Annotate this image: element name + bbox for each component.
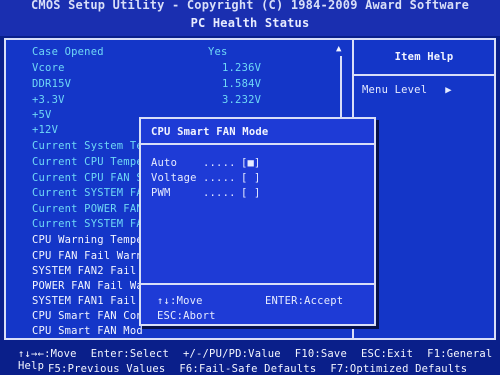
bios-title: CMOS Setup Utility - Copyright (C) 1984-… <box>30 0 470 12</box>
option-auto[interactable]: Auto ..... [■] <box>151 157 260 169</box>
menu-level: Menu Level ▶ <box>362 84 452 96</box>
option-label: PWM <box>151 187 171 199</box>
option-pwm[interactable]: PWM ..... [ ] <box>151 187 260 199</box>
option-dots: ..... <box>203 187 236 199</box>
option-dots: ..... <box>203 172 236 184</box>
hint-move: ↑↓:Move <box>157 295 203 307</box>
menu-level-arrow-icon: ▶ <box>445 84 452 96</box>
setting-label: Current SYSTEM FA <box>32 218 143 230</box>
option-voltage[interactable]: Voltage ..... [ ] <box>151 172 260 184</box>
option-radio-selected[interactable]: [■] <box>241 157 261 169</box>
setting-label: +3.3V <box>32 94 65 106</box>
setting-label: Current SYSTEM FA <box>32 187 143 199</box>
setting-label: Vcore <box>32 62 65 74</box>
key-hint: +/-/PU/PD:Value <box>182 348 281 360</box>
cpu-smart-fan-mode-dialog: CPU Smart FAN Mode Auto ..... [■] Voltag… <box>139 117 376 326</box>
key-hint: F7:Optimized Defaults <box>330 363 468 375</box>
setting-value: 1.236V <box>222 62 262 74</box>
menu-level-label: Menu Level <box>362 84 428 96</box>
option-label: Voltage <box>151 172 197 184</box>
setting-label: POWER FAN Fail Wa <box>32 280 143 292</box>
setting-label: SYSTEM FAN1 Fail <box>32 295 137 307</box>
dialog-title: CPU Smart FAN Mode <box>151 126 269 138</box>
setting-label: CPU Warning Tempe <box>32 234 143 246</box>
key-hint: F5:Previous Values <box>48 363 166 375</box>
key-legend-bar: ↑↓→←:Move Enter:Select +/-/PU/PD:Value F10:… <box>0 345 500 375</box>
option-label: Auto <box>151 157 178 169</box>
setting-label: CPU Smart FAN Mod <box>32 325 143 337</box>
key-hint: F6:Fail-Safe Defaults <box>179 363 317 375</box>
setting-label: +12V <box>32 124 59 136</box>
key-hint: ESC:Exit <box>360 348 414 360</box>
setting-label: +5V <box>32 109 52 121</box>
setting-label: DDR15V <box>32 78 72 90</box>
setting-label: Current CPU Tempe <box>32 156 143 168</box>
setting-label: SYSTEM FAN2 Fail <box>32 265 137 277</box>
page-title: PC Health Status <box>190 16 310 30</box>
title-bar: CMOS Setup Utility - Copyright (C) 1984-… <box>0 0 500 36</box>
setting-label: Current System Te <box>32 140 143 152</box>
option-radio[interactable]: [ ] <box>241 172 261 184</box>
setting-label: Case Opened <box>32 46 104 58</box>
setting-label: CPU FAN Fail Warn <box>32 250 143 262</box>
setting-label: Current CPU FAN S <box>32 172 143 184</box>
key-hint: Enter:Select <box>90 348 169 360</box>
setting-value: 1.584V <box>222 78 262 90</box>
scroll-up-icon[interactable]: ▲ <box>336 44 342 54</box>
help-divider <box>354 74 494 76</box>
setting-label: CPU Smart FAN Con <box>32 310 143 322</box>
key-hint: ↑↓→←:Move <box>18 348 77 360</box>
dialog-divider <box>141 143 374 145</box>
option-radio[interactable]: [ ] <box>241 187 261 199</box>
hint-accept: ENTER:Accept <box>265 295 344 307</box>
key-legend-line2: F5:Previous Values F6:Fail-Safe Defaults F… <box>48 363 467 375</box>
setting-value: 3.232V <box>222 94 262 106</box>
hint-abort: ESC:Abort <box>157 310 216 322</box>
key-hint: F10:Save <box>294 348 347 360</box>
option-dots: ..... <box>203 157 236 169</box>
item-help-title: Item Help <box>394 51 454 63</box>
setting-label: Current POWER FAN <box>32 203 143 215</box>
dialog-footer-divider <box>141 283 374 285</box>
setting-value: Yes <box>208 46 228 58</box>
